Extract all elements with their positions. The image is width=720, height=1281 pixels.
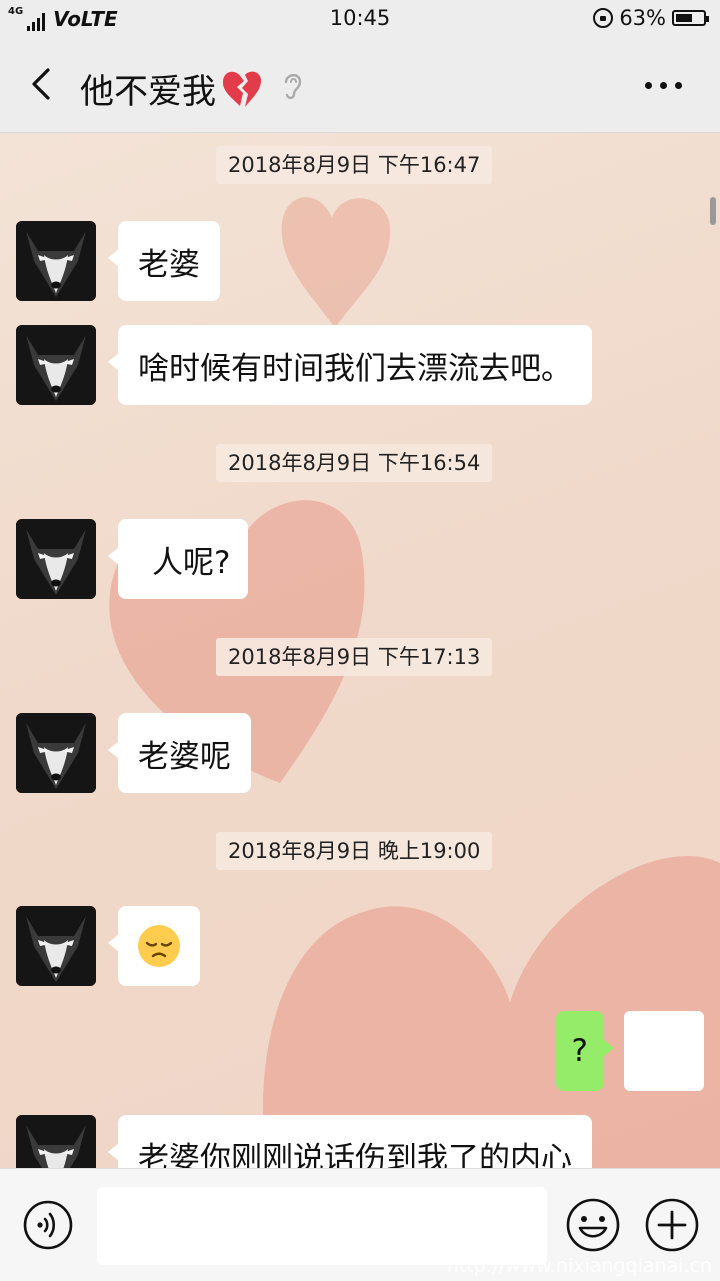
broken-heart-icon <box>222 71 262 107</box>
watermark: http://www.nixiangqianai.cn <box>446 1255 712 1277</box>
message-bubble[interactable] <box>108 906 200 986</box>
avatar[interactable] <box>16 1115 96 1168</box>
chat-area[interactable]: 2018年8月9日 下午16:47 老婆 啥时候有时间我们去漂流去吧。 2018… <box>0 133 720 1168</box>
chat-title-text: 他不爱我 <box>80 72 216 112</box>
timestamp: 2018年8月9日 下午16:54 <box>216 444 493 482</box>
timestamp: 2018年8月9日 下午17:13 <box>216 638 493 676</box>
avatar[interactable] <box>16 713 96 793</box>
battery-icon <box>672 10 709 26</box>
plus-icon[interactable] <box>644 1197 700 1253</box>
voice-icon[interactable] <box>22 1199 74 1251</box>
avatar[interactable] <box>16 325 96 405</box>
message-bubble[interactable]: 啥时候有时间我们去漂流去吧。 <box>108 325 592 405</box>
status-bar: 4G VoLTE 10:45 63% <box>0 0 720 38</box>
status-right: 63% <box>593 6 709 30</box>
chat-title: 他不爱我 <box>80 64 264 113</box>
timestamp: 2018年8月9日 下午16:47 <box>216 146 493 184</box>
timestamp: 2018年8月9日 晚上19:00 <box>216 832 493 870</box>
more-dots-icon[interactable] <box>645 82 682 89</box>
input-bar: http://www.nixiangqianai.cn <box>0 1168 720 1281</box>
battery-percent: 63% <box>619 6 666 30</box>
my-avatar[interactable] <box>624 1011 704 1091</box>
smiley-icon[interactable] <box>565 1197 621 1253</box>
husky-avatar-icon <box>16 325 96 405</box>
avatar[interactable] <box>16 221 96 301</box>
husky-avatar-icon <box>16 519 96 599</box>
message-bubble[interactable]: 老婆 <box>108 221 220 301</box>
chevron-left-icon[interactable] <box>24 66 60 102</box>
wallpaper-heart-small <box>281 197 391 328</box>
husky-avatar-icon <box>16 906 96 986</box>
husky-avatar-icon <box>16 713 96 793</box>
pensive-face-icon <box>138 925 180 967</box>
rotation-lock-icon <box>593 8 614 28</box>
my-message-bubble[interactable]: ? <box>555 1011 615 1091</box>
scrollbar[interactable] <box>710 197 716 225</box>
avatar[interactable] <box>16 519 96 599</box>
message-input[interactable] <box>97 1187 547 1265</box>
message-bubble[interactable]: 老婆呢 <box>108 713 251 793</box>
avatar[interactable] <box>16 906 96 986</box>
ear-icon <box>284 74 302 100</box>
message-bubble[interactable]: 人呢? <box>107 519 249 599</box>
message-bubble[interactable]: 老婆你刚刚说话伤到我了的内心 <box>108 1115 592 1168</box>
chat-header: 他不爱我 <box>0 38 720 133</box>
battery-fill <box>676 14 693 22</box>
husky-avatar-icon <box>16 1115 96 1168</box>
husky-avatar-icon <box>16 221 96 301</box>
